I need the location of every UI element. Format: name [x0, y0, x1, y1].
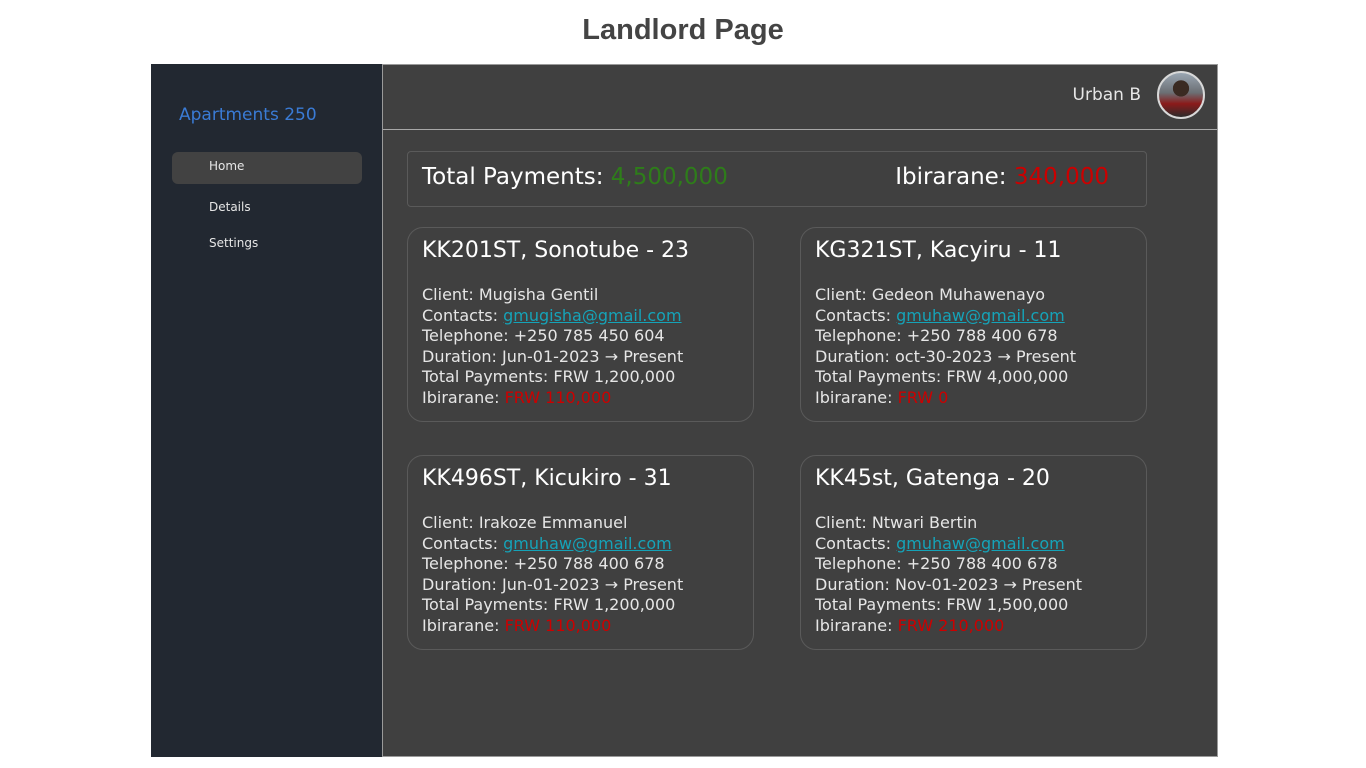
email-link[interactable]: gmugisha@gmail.com	[503, 306, 681, 325]
telephone-label: Telephone:	[815, 326, 902, 345]
ibirarane-line: Ibirarane: FRW 110,000	[422, 388, 739, 409]
apartment-card: KK496ST, Kicukiro - 31 Client: Irakoze E…	[407, 455, 754, 650]
telephone-line: Telephone: +250 788 400 678	[422, 554, 739, 575]
total-payments-value: FRW 1,200,000	[553, 367, 676, 386]
telephone-line: Telephone: +250 788 400 678	[815, 554, 1132, 575]
email-link[interactable]: gmuhaw@gmail.com	[896, 534, 1065, 553]
client-label: Client:	[422, 513, 474, 532]
client-name: Mugisha Gentil	[478, 285, 599, 304]
client-line: Client: Irakoze Emmanuel	[422, 513, 739, 534]
apartment-card: KK201ST, Sonotube - 23 Client: Mugisha G…	[407, 227, 754, 422]
apartment-card: KG321ST, Kacyiru - 11 Client: Gedeon Muh…	[800, 227, 1147, 422]
apartment-title: KK496ST, Kicukiro - 31	[422, 466, 672, 491]
duration-line: Duration: Nov-01-2023 → Present	[815, 575, 1132, 596]
client-name: Irakoze Emmanuel	[478, 513, 628, 532]
contacts-line: Contacts: gmuhaw@gmail.com	[422, 534, 739, 555]
apartment-title: KK201ST, Sonotube - 23	[422, 238, 690, 263]
duration-label: Duration:	[422, 346, 497, 366]
total-payments-label: Total Payments:	[422, 367, 549, 386]
client-name: Ntwari Bertin	[871, 513, 978, 532]
contacts-label: Contacts:	[815, 533, 891, 553]
total-payments-line: Total Payments: FRW 1,500,000	[815, 595, 1132, 616]
duration-value: Jun-01-2023 → Present	[501, 346, 684, 366]
ibirarane-line: Ibirarane: FRW 110,000	[422, 616, 739, 637]
total-payments-label: Total Payments:	[815, 595, 942, 614]
ibirarane-label: Ibirarane:	[815, 387, 893, 407]
user-name[interactable]: Urban B	[1073, 85, 1141, 105]
telephone-value: +250 788 400 678	[906, 326, 1058, 345]
email-link[interactable]: gmuhaw@gmail.com	[503, 534, 672, 553]
sidebar: Apartments 250 Home Details Settings	[151, 64, 382, 757]
total-payments-label: Total Payments:	[422, 164, 604, 190]
duration-value: Jun-01-2023 → Present	[501, 574, 684, 594]
sidebar-item-details[interactable]: Details	[172, 193, 362, 225]
total-payments-line: Total Payments: FRW 1,200,000	[422, 595, 739, 616]
duration-label: Duration:	[815, 574, 890, 594]
telephone-value: +250 785 450 604	[513, 326, 665, 345]
total-payments-value: FRW 1,200,000	[553, 595, 676, 614]
total-payments-label: Total Payments:	[815, 367, 942, 386]
duration-label: Duration:	[815, 346, 890, 366]
telephone-label: Telephone:	[422, 326, 509, 345]
telephone-value: +250 788 400 678	[906, 554, 1058, 573]
telephone-line: Telephone: +250 788 400 678	[815, 326, 1132, 347]
ibirarane-value: FRW 110,000	[504, 615, 612, 635]
duration-line: Duration: Jun-01-2023 → Present	[422, 575, 739, 596]
ibirarane-summary: Ibirarane: 340,000	[895, 164, 1109, 190]
ibirarane-value: FRW 210,000	[897, 615, 1005, 635]
total-payments-value: 4,500,000	[610, 164, 728, 190]
ibirarane-line: Ibirarane: FRW 210,000	[815, 616, 1132, 637]
contacts-label: Contacts:	[422, 305, 498, 325]
main-panel: Urban B Total Payments: 4,500,000 Ibirar…	[382, 64, 1218, 757]
duration-value: oct-30-2023 → Present	[894, 346, 1077, 366]
ibirarane-value: 340,000	[1013, 164, 1109, 190]
client-label: Client:	[422, 285, 474, 304]
email-link[interactable]: gmuhaw@gmail.com	[896, 306, 1065, 325]
total-payments-summary: Total Payments: 4,500,000	[422, 164, 728, 190]
apartment-title: KG321ST, Kacyiru - 11	[815, 238, 1062, 263]
telephone-label: Telephone:	[422, 554, 509, 573]
apartment-card: KK45st, Gatenga - 20 Client: Ntwari Bert…	[800, 455, 1147, 650]
total-payments-label: Total Payments:	[422, 595, 549, 614]
total-payments-line: Total Payments: FRW 4,000,000	[815, 367, 1132, 388]
contacts-line: Contacts: gmugisha@gmail.com	[422, 306, 739, 327]
total-payments-value: FRW 4,000,000	[946, 367, 1069, 386]
telephone-line: Telephone: +250 785 450 604	[422, 326, 739, 347]
client-name: Gedeon Muhawenayo	[871, 285, 1046, 304]
ibirarane-line: Ibirarane: FRW 0	[815, 388, 1132, 409]
ibirarane-label: Ibirarane:	[815, 615, 893, 635]
app-window: Apartments 250 Home Details Settings Urb…	[151, 64, 1218, 757]
contacts-label: Contacts:	[815, 305, 891, 325]
ibirarane-label: Ibirarane:	[422, 387, 500, 407]
total-payments-line: Total Payments: FRW 1,200,000	[422, 367, 739, 388]
total-payments-value: FRW 1,500,000	[946, 595, 1069, 614]
client-label: Client:	[815, 285, 867, 304]
ibirarane-value: FRW 110,000	[504, 387, 612, 407]
ibirarane-label: Ibirarane:	[895, 164, 1007, 190]
avatar[interactable]	[1157, 71, 1205, 119]
client-line: Client: Gedeon Muhawenayo	[815, 285, 1132, 306]
duration-label: Duration:	[422, 574, 497, 594]
apartment-title: KK45st, Gatenga - 20	[815, 466, 1050, 491]
contacts-label: Contacts:	[422, 533, 498, 553]
duration-value: Nov-01-2023 → Present	[894, 574, 1083, 594]
duration-line: Duration: Jun-01-2023 → Present	[422, 347, 739, 368]
duration-line: Duration: oct-30-2023 → Present	[815, 347, 1132, 368]
ibirarane-label: Ibirarane:	[422, 615, 500, 635]
contacts-line: Contacts: gmuhaw@gmail.com	[815, 306, 1132, 327]
client-label: Client:	[815, 513, 867, 532]
client-line: Client: Mugisha Gentil	[422, 285, 739, 306]
client-line: Client: Ntwari Bertin	[815, 513, 1132, 534]
telephone-label: Telephone:	[815, 554, 902, 573]
brand-name[interactable]: Apartments 250	[179, 105, 317, 125]
payments-summary: Total Payments: 4,500,000 Ibirarane: 340…	[407, 151, 1147, 207]
page-title: Landlord Page	[582, 14, 784, 46]
telephone-value: +250 788 400 678	[513, 554, 665, 573]
contacts-line: Contacts: gmuhaw@gmail.com	[815, 534, 1132, 555]
sidebar-item-settings[interactable]: Settings	[172, 229, 362, 261]
top-bar: Urban B	[383, 65, 1217, 130]
sidebar-item-home[interactable]: Home	[172, 152, 362, 184]
ibirarane-value: FRW 0	[897, 387, 949, 407]
